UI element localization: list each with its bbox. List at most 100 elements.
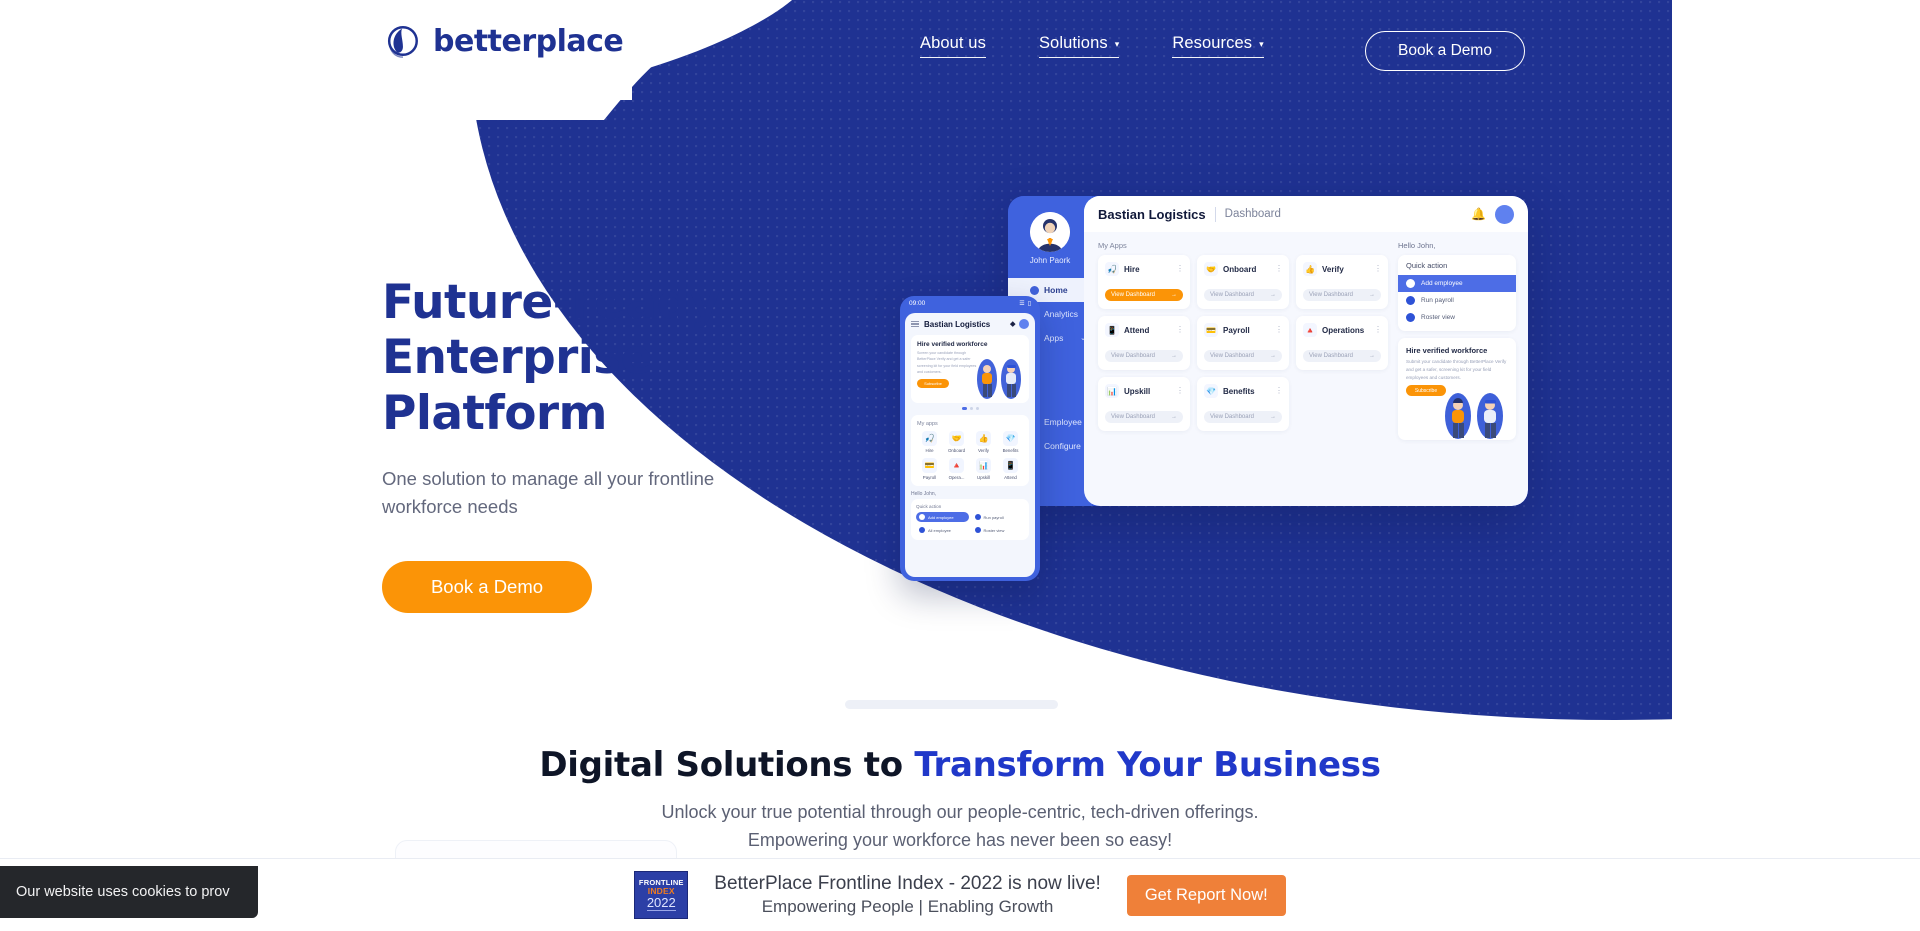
more-options-icon[interactable]: ⋮ (1176, 325, 1184, 333)
view-dashboard-button[interactable]: View Dashboard → (1204, 411, 1282, 423)
phone-quick-action-run-payroll[interactable]: Run payroll (972, 512, 1025, 522)
button-label: View Dashboard (1210, 414, 1254, 420)
operations-icon: 🔺 (1303, 323, 1317, 337)
app-card-hire[interactable]: 🎣 Hire ⋮ View Dashboard → (1098, 255, 1190, 309)
cookie-consent-banner: Our website uses cookies to prov (0, 866, 258, 918)
phone-status-icons: ☰ ▯ (1019, 300, 1031, 307)
app-card-upskill[interactable]: 📊 Upskill ⋮ View Dashboard → (1098, 377, 1190, 431)
arrow-right-icon: → (1270, 414, 1276, 420)
more-options-icon[interactable]: ⋮ (1374, 325, 1382, 333)
hero-subtitle: One solution to manage all your frontlin… (382, 468, 715, 518)
phone-status-bar: 09:00 ☰ ▯ (900, 296, 1040, 311)
app-card-verify[interactable]: 👍 Verify ⋮ View Dashboard → (1296, 255, 1388, 309)
quick-action-add-employee[interactable]: Add employee (1398, 275, 1516, 292)
bell-icon[interactable]: 🔔 (1471, 207, 1486, 221)
avatar[interactable] (1495, 204, 1514, 224)
quick-action-roster-view[interactable]: Roster view (1398, 309, 1516, 326)
phone-quick-action-add-employee[interactable]: Add employee (916, 512, 969, 522)
announcement-text: BetterPlace Frontline Index - 2022 is no… (714, 871, 1101, 920)
phone-promo-body: Screen your candidate through BetterPlac… (917, 351, 977, 375)
more-options-icon[interactable]: ⋮ (1374, 264, 1382, 272)
app-name: Payroll (1223, 325, 1250, 335)
get-report-button[interactable]: Get Report Now! (1126, 874, 1286, 916)
more-options-icon[interactable]: ⋮ (1275, 264, 1283, 272)
phone-carousel-dots[interactable] (911, 407, 1029, 410)
promo-card: Hire verified workforce Submit your cand… (1398, 338, 1516, 440)
page-title: Future-ready Enterprise Platform (382, 275, 852, 441)
bell-icon[interactable] (1009, 321, 1015, 327)
nav-label: Solutions (1038, 34, 1108, 52)
view-dashboard-button[interactable]: View Dashboard → (1105, 289, 1183, 301)
view-dashboard-button[interactable]: View Dashboard → (1204, 289, 1282, 301)
phone-app-verify[interactable]: 👍 Verify (971, 431, 996, 453)
phone-quick-action-roster-view[interactable]: Roster view (972, 525, 1025, 535)
nav-item-solutions[interactable]: Solutions ▾ (1038, 34, 1120, 58)
header-book-demo-button[interactable]: Book a Demo (1365, 31, 1525, 71)
attend-icon: 📱 (1003, 458, 1018, 473)
view-dashboard-button[interactable]: View Dashboard → (1105, 411, 1183, 423)
app-card-operations[interactable]: 🔺 Operations ⋮ View Dashboard → (1296, 316, 1388, 370)
verify-icon: 👍 (1303, 262, 1317, 276)
app-card-payroll[interactable]: 💳 Payroll ⋮ View Dashboard → (1197, 316, 1289, 370)
view-dashboard-button[interactable]: View Dashboard → (1105, 350, 1183, 362)
phone-app-payroll[interactable]: 💳 Payroll (917, 458, 942, 480)
view-dashboard-button[interactable]: View Dashboard → (1303, 289, 1381, 301)
hero-title-line-2: Enterprise Platform (382, 330, 652, 441)
hero-title-line-1: Future-ready (382, 275, 720, 330)
app-card-benefits[interactable]: 💎 Benefits ⋮ View Dashboard → (1197, 377, 1289, 431)
action-label: Run payroll (983, 514, 1004, 520)
phone-quick-action-title: Quick action (916, 504, 942, 509)
more-options-icon[interactable]: ⋮ (1176, 386, 1184, 394)
dashboard-page-name: Dashboard (1224, 208, 1281, 220)
benefits-icon: 💎 (1003, 431, 1018, 446)
quick-action-run-payroll[interactable]: Run payroll (1398, 292, 1516, 309)
app-name: Upskill (1124, 386, 1151, 396)
user-avatar-icon (1030, 212, 1070, 252)
phone-app-hire[interactable]: 🎣 Hire (917, 431, 942, 453)
announcement-line-1: BetterPlace Frontline Index - 2022 is no… (714, 872, 1101, 894)
payroll-icon: 💳 (922, 458, 937, 473)
app-card-attend[interactable]: 📱 Attend ⋮ View Dashboard → (1098, 316, 1190, 370)
phone-app-header: Bastian Logistics (911, 319, 1029, 329)
more-options-icon[interactable]: ⋮ (1275, 325, 1283, 333)
upskill-icon: 📊 (976, 458, 991, 473)
view-dashboard-button[interactable]: View Dashboard → (1204, 350, 1282, 362)
app-name: Upskill (977, 475, 990, 480)
action-label: Add employee (928, 514, 954, 520)
app-name: Opera... (948, 475, 965, 480)
action-icon (1406, 279, 1415, 288)
action-icon (974, 514, 981, 520)
hamburger-icon[interactable] (911, 320, 919, 328)
button-label: View Dashboard (1111, 292, 1155, 298)
nav-label: Analytics (1044, 309, 1079, 319)
avatar[interactable] (1019, 319, 1029, 329)
view-dashboard-button[interactable]: View Dashboard → (1303, 350, 1381, 362)
phone-app-opera[interactable]: 🔺 Opera... (944, 458, 969, 480)
phone-app-upskill[interactable]: 📊 Upskill (971, 458, 996, 480)
brand-logo[interactable]: betterplace (383, 22, 624, 60)
phone-app-benefits[interactable]: 💎 Benefits (998, 431, 1023, 453)
phone-app-attend[interactable]: 📱 Attend (998, 458, 1023, 480)
phone-app-onboard[interactable]: 🤝 Onboard (944, 431, 969, 453)
arrow-right-icon: → (1270, 292, 1276, 298)
nav-item-resources[interactable]: Resources ▾ (1172, 34, 1264, 58)
app-name: Attend (1124, 325, 1150, 335)
workers-illustration (1445, 393, 1503, 439)
more-options-icon[interactable]: ⋮ (1275, 386, 1283, 394)
phone-subscribe-button[interactable]: Subscribe (917, 378, 949, 388)
more-options-icon[interactable]: ⋮ (1176, 264, 1184, 272)
action-icon (1406, 296, 1415, 305)
carousel-indicator[interactable] (845, 700, 1058, 709)
phone-quick-action-all-employee[interactable]: All employee (916, 525, 969, 535)
promo-body: Submit your candidate through BetterPlac… (1406, 359, 1507, 380)
nav-item-about-us[interactable]: About us (920, 34, 986, 58)
dashboard-right-panel: Hello John, Quick action Add employee Run… (1398, 241, 1516, 440)
app-card-onboard[interactable]: 🤝 Onboard ⋮ View Dashboard → (1197, 255, 1289, 309)
action-label: Roster view (1421, 314, 1455, 321)
upskill-icon: 📊 (1105, 384, 1119, 398)
promo-title: Hire verified workforce (1406, 346, 1488, 355)
hero-book-demo-button[interactable]: Book a Demo (382, 560, 592, 613)
app-name: Benefits (1223, 386, 1255, 396)
action-icon (919, 527, 925, 533)
section-title: Digital Solutions to Transform Your Busi… (0, 745, 1920, 785)
